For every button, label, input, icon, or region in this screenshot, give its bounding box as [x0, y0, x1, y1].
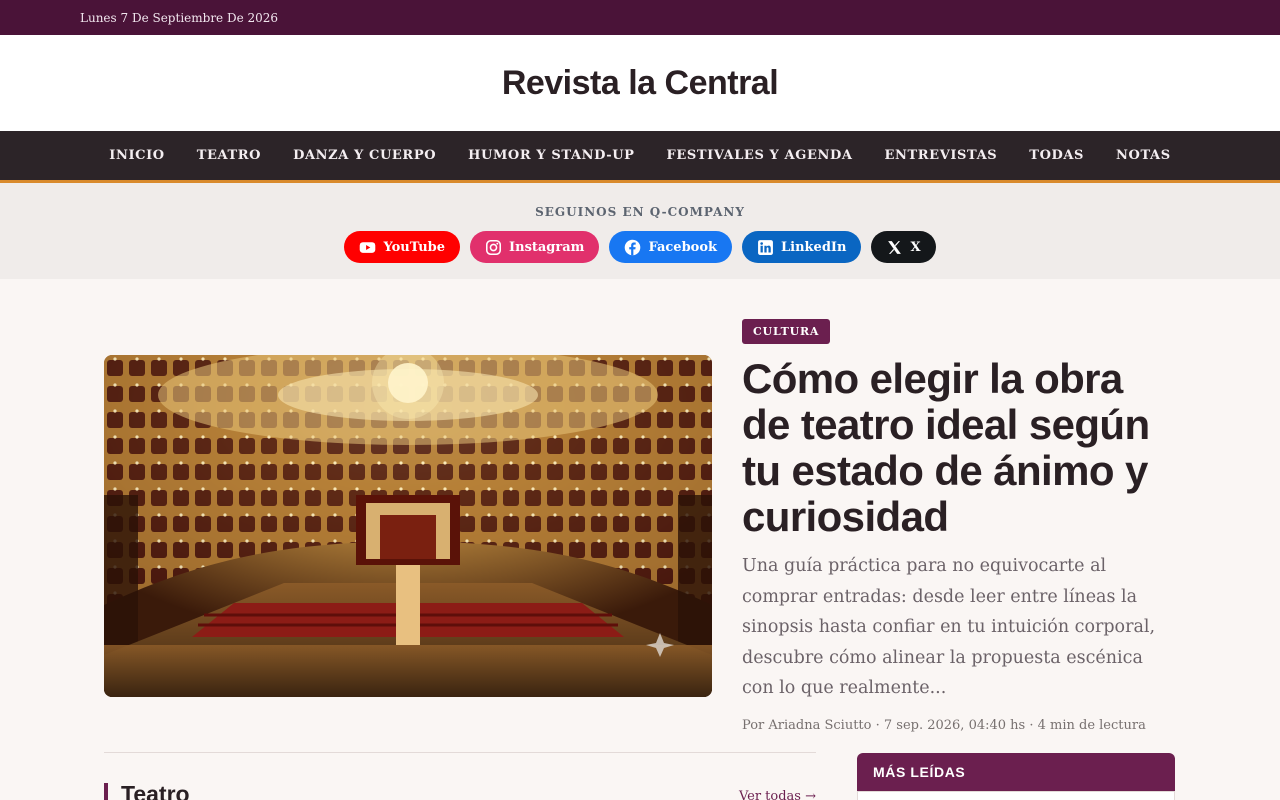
section-divider [104, 752, 816, 753]
linkedin-button[interactable]: LinkedIn [742, 231, 862, 263]
category-badge[interactable]: CULTURA [742, 319, 831, 344]
nav-item-festivales[interactable]: FESTIVALES Y AGENDA [667, 148, 853, 163]
teatro-section-header: Teatro Ver todas → [104, 779, 816, 800]
featured-article: CULTURA Cómo elegir la obra de teatro id… [0, 279, 1280, 800]
facebook-label: Facebook [648, 239, 718, 255]
facebook-icon [624, 239, 641, 256]
social-heading: SEGUINOS EN Q-COMPANY [535, 205, 745, 219]
nav-item-todas[interactable]: TODAS [1029, 148, 1084, 163]
hero-text: CULTURA Cómo elegir la obra de teatro id… [742, 319, 1180, 733]
linkedin-label: LinkedIn [781, 239, 847, 255]
social-band: SEGUINOS EN Q-COMPANY YouTube Instagram … [0, 183, 1280, 279]
theatre-interior-illustration [104, 355, 712, 697]
current-date: Lunes 7 De Septiembre De 2026 [80, 10, 279, 25]
linkedin-icon [757, 239, 774, 256]
top-date-bar: Lunes 7 De Septiembre De 2026 [0, 0, 1280, 35]
nav-item-inicio[interactable]: INICIO [109, 148, 164, 163]
x-icon [886, 239, 903, 256]
facebook-button[interactable]: Facebook [609, 231, 733, 263]
nav-item-humor[interactable]: HUMOR Y STAND-UP [468, 148, 634, 163]
most-read-title: MÁS LEÍDAS [873, 764, 966, 780]
youtube-button[interactable]: YouTube [344, 231, 461, 263]
most-read-panel: MÁS LEÍDAS [857, 753, 1175, 800]
social-links: YouTube Instagram Facebook LinkedIn X [344, 231, 936, 263]
hero-image[interactable] [104, 355, 712, 697]
masthead: Revista la Central [0, 35, 1280, 131]
instagram-icon [485, 239, 502, 256]
instagram-button[interactable]: Instagram [470, 231, 600, 263]
nav-item-notas[interactable]: NOTAS [1116, 148, 1171, 163]
nav-item-teatro[interactable]: TEATRO [197, 148, 261, 163]
site-title[interactable]: Revista la Central [502, 64, 779, 103]
section-title: Teatro [121, 781, 190, 800]
see-all-link[interactable]: Ver todas → [739, 789, 816, 800]
nav-item-danza[interactable]: DANZA Y CUERPO [293, 148, 436, 163]
section-accent-bar [104, 783, 108, 800]
main-nav: INICIO TEATRO DANZA Y CUERPO HUMOR Y STA… [0, 131, 1280, 183]
youtube-label: YouTube [383, 239, 446, 255]
headline[interactable]: Cómo elegir la obra de teatro ideal segú… [742, 356, 1180, 540]
nav-item-entrevistas[interactable]: ENTREVISTAS [885, 148, 998, 163]
most-read-list [857, 791, 1175, 800]
x-button[interactable]: X [871, 231, 936, 263]
x-label: X [910, 239, 921, 255]
byline: Por Ariadna Sciutto · 7 sep. 2026, 04:40… [742, 717, 1146, 733]
excerpt: Una guía práctica para no equivocarte al… [742, 556, 1156, 698]
youtube-icon [359, 239, 376, 256]
instagram-label: Instagram [509, 239, 585, 255]
